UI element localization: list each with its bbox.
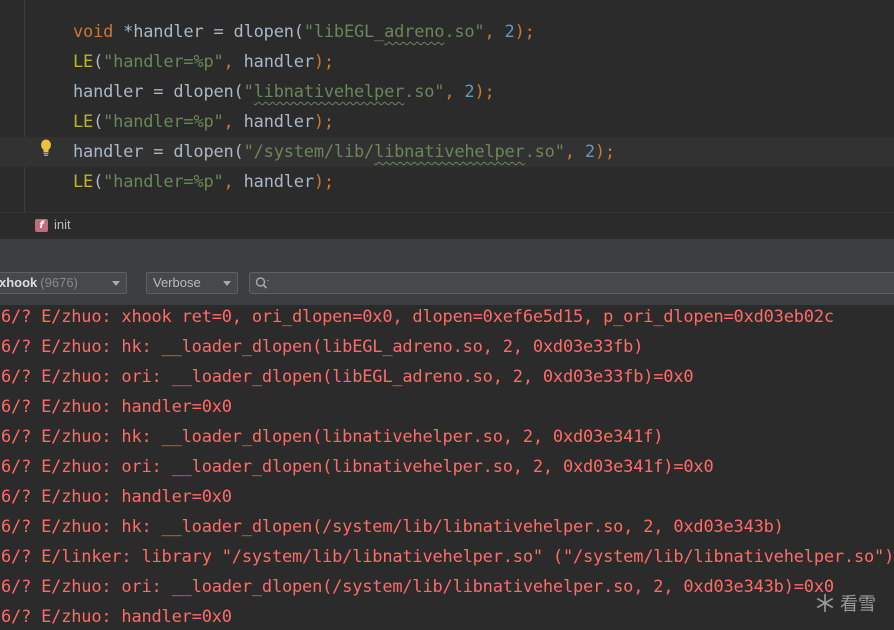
- code-token: (: [93, 52, 104, 72]
- code-token: ,: [223, 172, 244, 192]
- process-selector[interactable]: xhook (9676): [0, 272, 127, 294]
- log-line[interactable]: 6/? E/linker: library "/system/lib/libna…: [1, 543, 894, 573]
- code-token: (: [93, 112, 104, 132]
- lightbulb-icon[interactable]: [38, 138, 54, 158]
- code-token: handler: [243, 112, 314, 132]
- code-token: ": [243, 82, 254, 102]
- chevron-down-icon: [223, 281, 231, 286]
- log-line[interactable]: 6/? E/zhuo: handler=0x0: [1, 603, 232, 630]
- log-line[interactable]: 6/? E/zhuo: ori: __loader_dlopen(libEGL_…: [1, 363, 694, 393]
- log-search-input[interactable]: [249, 272, 894, 294]
- code-token: handler: [243, 172, 314, 192]
- log-line[interactable]: 6/? E/zhuo: ori: __loader_dlopen(/system…: [1, 573, 834, 603]
- snowflake-icon: [816, 594, 834, 612]
- code-token: );: [313, 52, 334, 72]
- code-token: *handler = dlopen(: [113, 22, 304, 42]
- log-line[interactable]: 6/? E/zhuo: handler=0x0: [1, 393, 232, 423]
- breadcrumb-label[interactable]: init: [54, 217, 71, 232]
- code-line[interactable]: LE("handler=%p", handler);: [73, 167, 334, 197]
- code-token: );: [313, 172, 334, 192]
- code-token: "handler=%p": [103, 52, 224, 72]
- process-pid: (9676): [40, 275, 78, 290]
- log-line[interactable]: 6/? E/zhuo: handler=0x0: [1, 483, 232, 513]
- search-icon[interactable]: [254, 275, 270, 291]
- code-token: void: [73, 22, 114, 42]
- code-token: ,: [223, 52, 244, 72]
- code-token: LE: [73, 52, 94, 72]
- code-editor[interactable]: void *handler = dlopen("libEGL_adreno.so…: [0, 0, 894, 212]
- code-token: adreno: [384, 22, 445, 42]
- log-line[interactable]: 6/? E/zhuo: xhook ret=0, ori_dlopen=0x0,…: [1, 305, 834, 333]
- gutter-divider: [24, 0, 25, 212]
- process-name: xhook: [0, 275, 38, 290]
- code-token: ,: [564, 142, 585, 162]
- log-line[interactable]: 6/? E/zhuo: hk: __loader_dlopen(/system/…: [1, 513, 784, 543]
- code-token: ,: [484, 22, 505, 42]
- code-token: );: [594, 142, 615, 162]
- log-line[interactable]: 6/? E/zhuo: ori: __loader_dlopen(libnati…: [1, 453, 714, 483]
- code-token: 2: [504, 22, 515, 42]
- breadcrumb: f init: [0, 212, 894, 239]
- chevron-down-icon: [112, 281, 120, 286]
- code-token: 2: [464, 82, 475, 102]
- code-token: LE: [73, 172, 94, 192]
- code-token: handler = dlopen(: [73, 142, 244, 162]
- code-token: "handler=%p": [103, 172, 224, 192]
- logcat-output[interactable]: 6/? E/zhuo: xhook ret=0, ori_dlopen=0x0,…: [0, 305, 894, 630]
- watermark-text: 看雪: [840, 594, 876, 615]
- code-token: );: [514, 22, 535, 42]
- code-line-current[interactable]: handler = dlopen("/system/lib/libnativeh…: [0, 137, 894, 167]
- code-token: LE: [73, 112, 94, 132]
- code-line[interactable]: void *handler = dlopen("libEGL_adreno.so…: [73, 17, 535, 47]
- code-token: libnativehelper: [374, 142, 525, 162]
- code-token: .so": [404, 82, 445, 102]
- code-token: "handler=%p": [103, 112, 224, 132]
- log-level-select[interactable]: Verbose: [146, 272, 238, 294]
- code-token: .so": [444, 22, 485, 42]
- log-line[interactable]: 6/? E/zhuo: hk: __loader_dlopen(libEGL_a…: [1, 333, 643, 363]
- watermark: 看雪: [814, 590, 876, 616]
- code-token: .so": [524, 142, 565, 162]
- code-line[interactable]: LE("handler=%p", handler);: [73, 107, 334, 137]
- code-token: 2: [584, 142, 595, 162]
- code-token: "libEGL_: [303, 22, 385, 42]
- code-token: ,: [223, 112, 244, 132]
- code-token: ,: [444, 82, 465, 102]
- code-token: );: [313, 112, 334, 132]
- code-token: handler: [243, 52, 314, 72]
- code-token: );: [474, 82, 495, 102]
- panel-divider[interactable]: [0, 238, 894, 264]
- code-token: handler = dlopen(: [73, 82, 244, 102]
- code-line[interactable]: handler = dlopen("libnativehelper.so", 2…: [73, 77, 495, 107]
- log-line[interactable]: 6/? E/zhuo: hk: __loader_dlopen(libnativ…: [1, 423, 664, 453]
- code-token: libnativehelper: [253, 82, 405, 102]
- log-level-value: Verbose: [153, 275, 201, 290]
- function-badge-icon: f: [35, 219, 48, 232]
- code-token: (: [93, 172, 104, 192]
- code-line[interactable]: LE("handler=%p", handler);: [73, 47, 334, 77]
- logcat-toolbar: xhook (9676) Verbose: [0, 263, 894, 306]
- code-token: "/system/lib/: [243, 142, 375, 162]
